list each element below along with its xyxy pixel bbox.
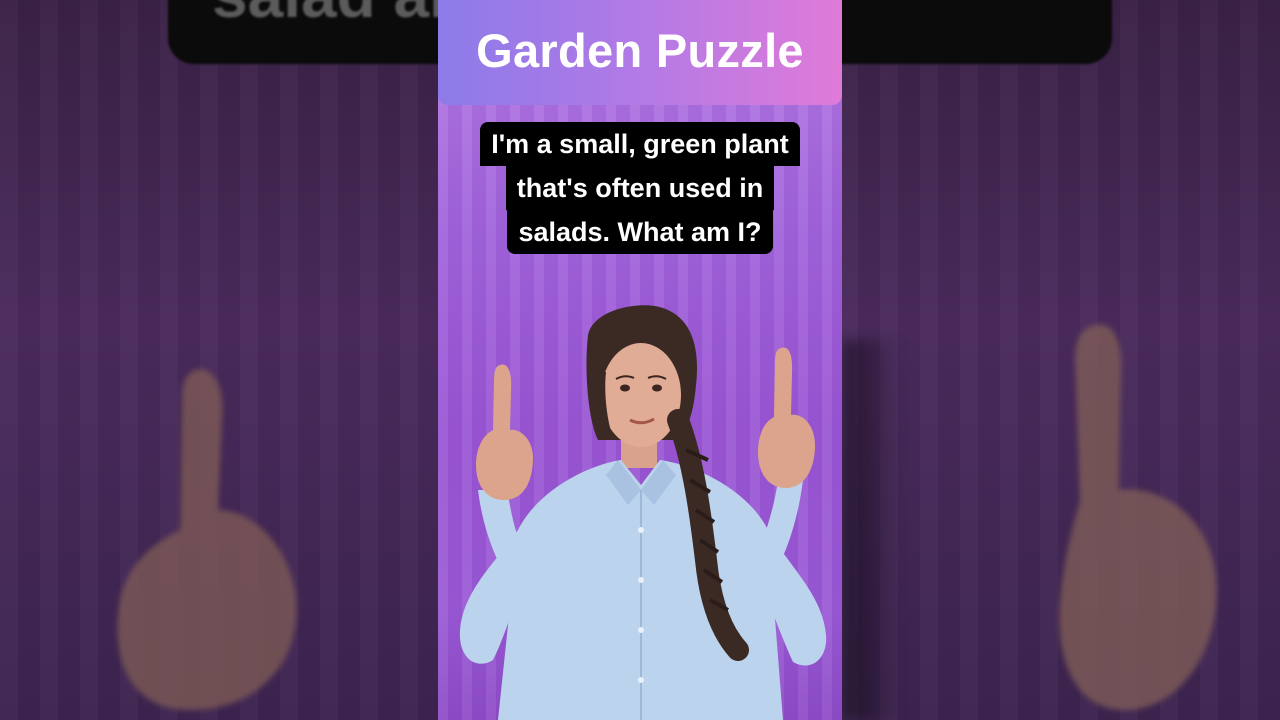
- blurred-shoulder-shadow: [842, 340, 902, 720]
- presenter-illustration: [459, 305, 827, 720]
- title-banner: Garden Puzzle: [438, 0, 842, 105]
- question-caption: I'm a small, green plant that's often us…: [460, 122, 820, 254]
- blurred-right-hand: [1059, 324, 1217, 710]
- video-title: Garden Puzzle: [476, 24, 804, 77]
- question-line-1: I'm a small, green plant: [480, 122, 800, 166]
- question-line-3: salads. What am I?: [507, 210, 773, 254]
- blurred-left-hand: [117, 369, 297, 710]
- question-line-2: that's often used in: [505, 166, 775, 210]
- video-frame: Garden Puzzle I'm a small, green plant t…: [438, 0, 842, 720]
